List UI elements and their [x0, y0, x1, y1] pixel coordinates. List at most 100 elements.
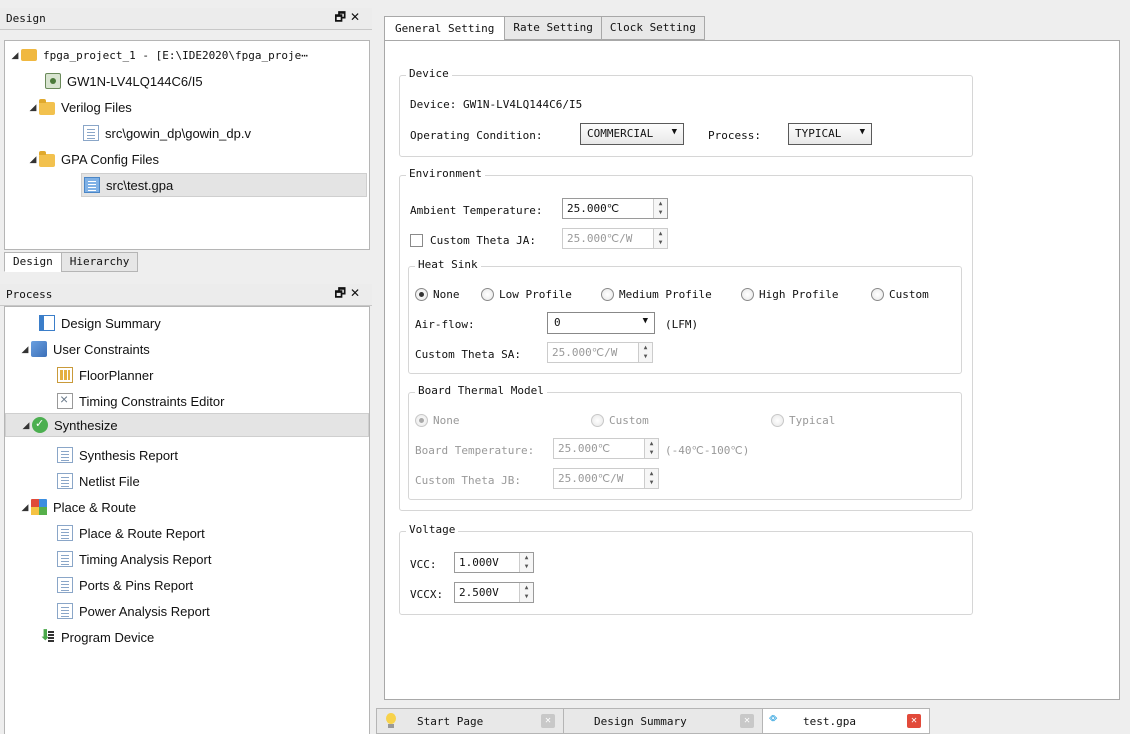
process-item-label: Synthesize: [54, 417, 118, 433]
folder-icon: [39, 98, 55, 115]
operating-condition-select[interactable]: COMMERCIAL ▼: [580, 123, 684, 145]
process-item-power-analysis-report[interactable]: Power Analysis Report: [57, 599, 210, 623]
process-select[interactable]: TYPICAL ▼: [788, 123, 872, 145]
input-value: 1.000V: [459, 556, 499, 569]
input-value: 2.500V: [459, 586, 499, 599]
spin-buttons[interactable]: ▲ ▼: [653, 199, 667, 218]
process-item-synthesize[interactable]: ◢ Synthesize: [5, 413, 369, 437]
process-item-label: Synthesis Report: [79, 447, 178, 463]
expand-arrow-icon[interactable]: ◢: [9, 50, 21, 61]
tab-rate-setting[interactable]: Rate Setting: [504, 16, 602, 40]
close-tab-icon[interactable]: ✕: [907, 714, 921, 728]
spin-buttons[interactable]: ▲ ▼: [644, 469, 658, 488]
process-item-program-device[interactable]: Program Device: [39, 625, 154, 649]
process-item-place-route-report[interactable]: Place & Route Report: [57, 521, 205, 545]
tab-hierarchy[interactable]: Hierarchy: [60, 252, 139, 272]
process-item-floorplanner[interactable]: FloorPlanner: [57, 363, 153, 387]
expand-arrow-icon[interactable]: ◢: [19, 502, 31, 513]
process-item-timing-constraints[interactable]: Timing Constraints Editor: [57, 389, 224, 413]
process-item-netlist-file[interactable]: Netlist File: [57, 469, 140, 493]
process-item-ports-pins-report[interactable]: Ports & Pins Report: [57, 573, 193, 597]
close-tab-icon[interactable]: ✕: [740, 714, 754, 728]
spin-buttons[interactable]: ▲ ▼: [653, 229, 667, 248]
process-item-label: User Constraints: [53, 341, 150, 357]
tree-item-project[interactable]: ◢ fpga_project_1 - [E:\IDE2020\fpga_proj…: [9, 43, 308, 67]
tree-item-label: GW1N-LV4LQ144C6/I5: [67, 73, 203, 89]
doc-tab-test-gpa[interactable]: test.gpa ✕: [762, 708, 930, 734]
vccx-label: VCCX:: [410, 588, 444, 601]
expand-arrow-icon[interactable]: ◢: [19, 344, 31, 355]
radio-board-typical[interactable]: [771, 414, 784, 427]
spin-buttons[interactable]: ▲ ▼: [519, 583, 533, 602]
process-item-label: Netlist File: [79, 473, 140, 489]
group-label: Board Thermal Model: [415, 384, 547, 397]
radio-label: None: [433, 288, 460, 301]
float-icon[interactable]: 🗗: [335, 10, 350, 24]
group-label: Device: [406, 67, 452, 80]
radio-label: Typical: [789, 414, 836, 427]
check-icon: [32, 417, 48, 433]
input-value: 25.000℃/W: [567, 232, 633, 245]
vcc-input[interactable]: 1.000V ▲ ▼: [454, 552, 534, 573]
radio-board-custom[interactable]: [591, 414, 604, 427]
radio-heat-sink-high-profile[interactable]: [741, 288, 754, 301]
tree-item-label: fpga_project_1 - [E:\IDE2020\fpga_proje⋯: [43, 48, 308, 62]
close-icon[interactable]: ✕: [350, 10, 364, 24]
input-value: 25.000℃/W: [552, 346, 618, 359]
custom-theta-ja-checkbox[interactable]: [410, 234, 423, 247]
process-item-user-constraints[interactable]: ◢ User Constraints: [19, 337, 150, 361]
tree-item-verilog-file[interactable]: src\gowin_dp\gowin_dp.v: [83, 121, 251, 145]
lightbulb-icon: [385, 713, 397, 729]
vccx-input[interactable]: 2.500V ▲ ▼: [454, 582, 534, 603]
tree-item-verilog-files[interactable]: ◢ Verilog Files: [27, 95, 132, 119]
design-panel-title: Design: [6, 12, 46, 25]
radio-board-none[interactable]: [415, 414, 428, 427]
airflow-select[interactable]: 0 ▼: [547, 312, 655, 334]
doc-tab-start-page[interactable]: Start Page ✕: [376, 708, 564, 734]
process-item-place-route[interactable]: ◢ Place & Route: [19, 495, 136, 519]
process-item-timing-analysis-report[interactable]: Timing Analysis Report: [57, 547, 211, 571]
close-tab-icon[interactable]: ✕: [541, 714, 555, 728]
tree-item-gpa-config-files[interactable]: ◢ GPA Config Files: [27, 147, 159, 171]
radio-heat-sink-none[interactable]: [415, 288, 428, 301]
gpa-editor: General Setting Rate Setting Clock Setti…: [372, 8, 1130, 708]
custom-theta-jb-input[interactable]: 25.000℃/W ▲ ▼: [553, 468, 659, 489]
radio-heat-sink-low-profile[interactable]: [481, 288, 494, 301]
process-item-label: FloorPlanner: [79, 367, 154, 383]
process-item-design-summary[interactable]: Design Summary: [39, 311, 161, 335]
radio-heat-sink-custom[interactable]: [871, 288, 884, 301]
summary-icon: [39, 315, 55, 331]
custom-theta-sa-input[interactable]: 25.000℃/W ▲ ▼: [547, 342, 653, 363]
place-route-icon: [31, 499, 47, 515]
tree-item-device[interactable]: GW1N-LV4LQ144C6/I5: [45, 69, 203, 93]
ambient-temperature-input[interactable]: 25.000℃ ▲ ▼: [562, 198, 668, 219]
process-item-label: Place & Route: [53, 499, 137, 515]
floorplanner-icon: [57, 367, 73, 383]
report-icon: [57, 525, 73, 541]
tab-clock-setting[interactable]: Clock Setting: [600, 16, 705, 40]
group-label: Voltage: [406, 523, 459, 536]
expand-arrow-icon[interactable]: ◢: [27, 102, 39, 113]
board-temperature-input[interactable]: 25.000℃ ▲ ▼: [553, 438, 659, 459]
gowin-logo-icon: [769, 711, 789, 728]
tab-general-setting[interactable]: General Setting: [384, 16, 506, 41]
spin-buttons[interactable]: ▲ ▼: [644, 439, 658, 458]
input-value: 25.000℃/W: [558, 472, 624, 485]
general-setting-content: Device Device: GW1N-LV4LQ144C6/I5 Operat…: [384, 40, 1120, 700]
radio-heat-sink-medium-profile[interactable]: [601, 288, 614, 301]
doc-tab-design-summary[interactable]: Design Summary ✕: [563, 708, 763, 734]
process-panel-header: Process 🗗✕: [0, 284, 372, 306]
float-icon[interactable]: 🗗: [335, 286, 350, 300]
dropdown-arrow-icon: ▼: [859, 127, 865, 137]
expand-arrow-icon[interactable]: ◢: [20, 420, 32, 431]
spin-buttons[interactable]: ▲ ▼: [638, 343, 652, 362]
expand-arrow-icon[interactable]: ◢: [27, 154, 39, 165]
custom-theta-ja-input[interactable]: 25.000℃/W ▲ ▼: [562, 228, 668, 249]
spin-buttons[interactable]: ▲ ▼: [519, 553, 533, 572]
process-item-synthesis-report[interactable]: Synthesis Report: [57, 443, 178, 467]
custom-theta-sa-label: Custom Theta SA:: [415, 348, 521, 361]
close-icon[interactable]: ✕: [350, 286, 364, 300]
tree-item-gpa-file[interactable]: src\test.gpa: [81, 173, 367, 197]
tab-design[interactable]: Design: [4, 252, 62, 272]
device-text: Device: GW1N-LV4LQ144C6/I5: [410, 98, 583, 111]
